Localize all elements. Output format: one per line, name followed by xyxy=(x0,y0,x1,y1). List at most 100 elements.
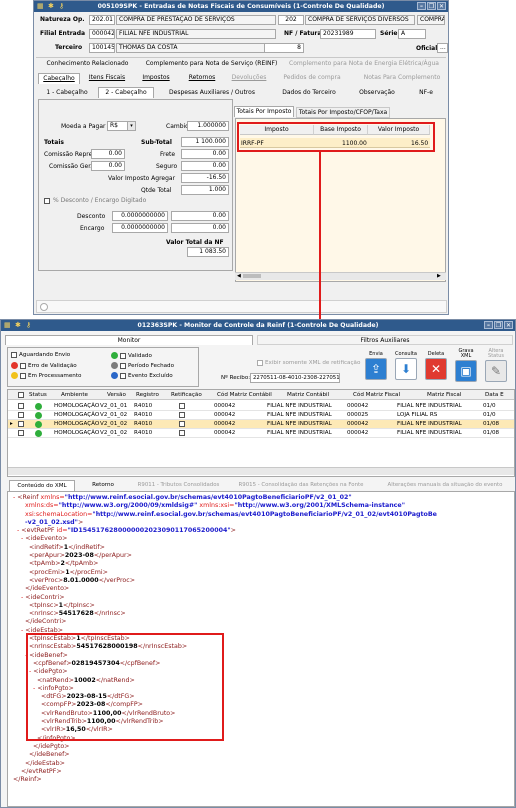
close-button[interactable]: ✕ xyxy=(437,2,446,10)
upload-icon[interactable]: ⇪ xyxy=(365,358,387,380)
cambio-field[interactable]: 1.000000 xyxy=(187,121,229,131)
col-cod-matriz-fiscal[interactable]: Cód Matriz Fiscal xyxy=(353,392,400,398)
frete-field[interactable]: 0.00 xyxy=(181,149,229,159)
filial-code-field[interactable]: 000042 xyxy=(89,29,115,39)
altera-status-button[interactable]: Altera Status ✎ xyxy=(484,349,508,382)
col-matriz-fiscal[interactable]: Matriz Fiscal xyxy=(427,392,461,398)
cell-cmf: 000042 xyxy=(347,421,369,427)
subtab-observacao[interactable]: Observação xyxy=(354,88,400,99)
row-checkbox[interactable] xyxy=(18,430,24,436)
oficial-button[interactable]: ... xyxy=(437,43,448,53)
moeda-field[interactable]: R$ xyxy=(107,121,129,131)
tab-r9011[interactable]: R9011 - Tributos Consolidados xyxy=(131,480,226,491)
seguro-field[interactable]: 0.00 xyxy=(181,161,229,171)
comissao-repre-field[interactable]: 0.00 xyxy=(91,149,125,159)
row-checkbox[interactable] xyxy=(18,412,24,418)
xml-retificacao-checkbox[interactable]: Exibir somente XML de retificação xyxy=(257,360,360,366)
serie-field[interactable]: A xyxy=(398,29,426,39)
col-data[interactable]: Data E xyxy=(485,392,504,398)
subtab-dados-terceiro[interactable]: Dados do Terceiro xyxy=(274,88,344,99)
tab-notas-complemento[interactable]: Notas Para Complemento xyxy=(362,73,442,84)
close-button[interactable]: ✕ xyxy=(504,321,513,329)
subtab-2-cabecalho[interactable]: 2 - Cabeçalho xyxy=(98,87,154,98)
encargo-value-field[interactable]: 0.00 xyxy=(171,223,229,233)
col-ambiente[interactable]: Ambiente xyxy=(61,392,88,398)
grid-horizontal-scrollbar[interactable] xyxy=(8,467,514,475)
row-checkbox[interactable] xyxy=(18,403,24,409)
tab-filtros-auxiliares[interactable]: Filtros Auxiliares xyxy=(257,335,513,345)
save-icon[interactable]: ▣ xyxy=(455,360,477,382)
tab-totais-imposto[interactable]: Totais Por Imposto xyxy=(234,106,294,117)
row-checkbox[interactable] xyxy=(18,421,24,427)
natureza-num-field[interactable]: 202 xyxy=(278,15,304,25)
tab-totais-cfop[interactable]: Totais Por Imposto/CFOP/Taxa xyxy=(296,107,390,118)
scroll-thumb[interactable] xyxy=(243,274,261,278)
retificacao-checkbox[interactable] xyxy=(179,403,185,409)
tab-conhecimento[interactable]: Conhecimento Relacionado xyxy=(40,59,135,70)
tab-retornos[interactable]: Retornos xyxy=(184,73,220,84)
subtab-1-cabecalho[interactable]: 1 - Cabeçalho xyxy=(40,88,94,99)
col-versao[interactable]: Versão xyxy=(107,392,126,398)
scroll-left-icon[interactable]: ◀ xyxy=(237,273,241,279)
desconto-value-field[interactable]: 0.00 xyxy=(171,211,229,221)
tab-pedidos[interactable]: Pedidos de compra xyxy=(282,73,342,84)
tab-alteracoes-manuais[interactable]: Alterações manuais da situação do evento xyxy=(381,480,509,491)
restore-button[interactable]: ❐ xyxy=(494,321,503,329)
tab-r9015[interactable]: R9015 - Consolidação das Retenções na Fo… xyxy=(231,480,371,491)
minimize-button[interactable]: – xyxy=(484,321,493,329)
col-retificacao[interactable]: Retificação xyxy=(171,392,202,398)
col-cod-matriz-contabil[interactable]: Cód Matriz Contábil xyxy=(217,392,272,398)
scroll-right-icon[interactable]: ▶ xyxy=(437,273,441,279)
tab-monitor[interactable]: Monitor xyxy=(5,335,253,345)
table-row[interactable]: HOMOLOGAÇÃO V2_01_01 R4010 000042 FILIAL NFE… xyxy=(8,402,514,411)
perc-desconto-checkbox[interactable] xyxy=(44,198,50,204)
legend-aguardando[interactable]: Aguardando Envio xyxy=(11,352,70,358)
restore-button[interactable]: ❐ xyxy=(427,2,436,10)
table-row[interactable]: HOMOLOGAÇÃO V2_01_02 R4010 000042 FILIAL NFE… xyxy=(8,411,514,420)
col-status[interactable]: Status xyxy=(29,392,47,398)
minimize-button[interactable]: – xyxy=(417,2,426,10)
legend-validado[interactable]: Validado xyxy=(111,352,152,359)
tab-complemento-energia[interactable]: Complemento para Nota de Energia Elétric… xyxy=(284,59,444,70)
window-titlebar[interactable]: ▦ ✱ ⚷ 012363SPK - Monitor de Controle da R… xyxy=(1,320,515,331)
grava-xml-button[interactable]: Grava XML ▣ xyxy=(454,349,478,382)
tab-devolucoes[interactable]: Devoluções xyxy=(228,73,270,84)
horizontal-scrollbar[interactable] xyxy=(235,272,446,280)
legend-erro[interactable]: Erro de Validação xyxy=(11,362,77,369)
select-all-checkbox[interactable] xyxy=(18,392,24,398)
consulta-button[interactable]: Consulta ⬇ xyxy=(394,351,418,380)
retificacao-checkbox[interactable] xyxy=(179,412,185,418)
recibo-field[interactable]: 2270511-08-4010-2308-2270511 xyxy=(250,373,340,383)
terceiro-num-field[interactable]: 8 xyxy=(264,43,304,53)
terceiro-code-field[interactable]: 100145 xyxy=(89,43,115,53)
natureza-code-field[interactable]: 202.01 xyxy=(89,15,115,25)
subtab-nfe[interactable]: NF-e xyxy=(408,88,444,99)
col-matriz-contabil[interactable]: Matriz Contábil xyxy=(287,392,329,398)
subtab-despesas[interactable]: Despesas Auxiliares / Outros xyxy=(167,88,257,99)
window-titlebar[interactable]: ▦ ✱ ⚷ 005109SPK - Entradas de Notas Fiscai… xyxy=(34,1,448,12)
encargo-pct-field[interactable]: 0.0000000000 xyxy=(112,223,168,233)
desconto-pct-field[interactable]: 0.0000000000 xyxy=(112,211,168,221)
legend-periodo-fechado[interactable]: Período Fechado xyxy=(111,362,174,369)
tab-impostos[interactable]: Impostos xyxy=(138,73,174,84)
deleta-button[interactable]: Deleta ✕ xyxy=(424,351,448,380)
nf-field[interactable]: 20231989 xyxy=(320,29,376,39)
legend-evento-excluido[interactable]: Evento Excluído xyxy=(111,372,173,379)
tab-itens-fiscais[interactable]: Itens Fiscais xyxy=(86,73,128,84)
download-icon[interactable]: ⬇ xyxy=(395,358,417,380)
edit-status-icon[interactable]: ✎ xyxy=(485,360,507,382)
table-row[interactable]: ▸ HOMOLOGAÇÃO V2_01_02 R4010 000042 FILIAL NF… xyxy=(8,420,514,429)
tab-complemento-servico[interactable]: Complemento para Nota de Serviço (REINF) xyxy=(144,59,279,70)
chevron-down-icon[interactable]: ▾ xyxy=(127,121,136,131)
envia-button[interactable]: Envia ⇪ xyxy=(364,351,388,380)
legend-processamento[interactable]: Em Processamento xyxy=(11,372,81,379)
tab-cabecalho[interactable]: Cabeçalho xyxy=(38,73,80,84)
tab-conteudo-xml[interactable]: Conteúdo do XML xyxy=(9,480,75,491)
retificacao-checkbox[interactable] xyxy=(179,430,185,436)
tab-retorno[interactable]: Retorno xyxy=(81,480,125,491)
col-registro[interactable]: Registro xyxy=(136,392,159,398)
table-row[interactable]: HOMOLOGAÇÃO V2_01_02 R4010 000042 FILIAL NFE… xyxy=(8,429,514,438)
delete-icon[interactable]: ✕ xyxy=(425,358,447,380)
retificacao-checkbox[interactable] xyxy=(179,421,185,427)
comissao-ger-field[interactable]: 0.00 xyxy=(91,161,125,171)
